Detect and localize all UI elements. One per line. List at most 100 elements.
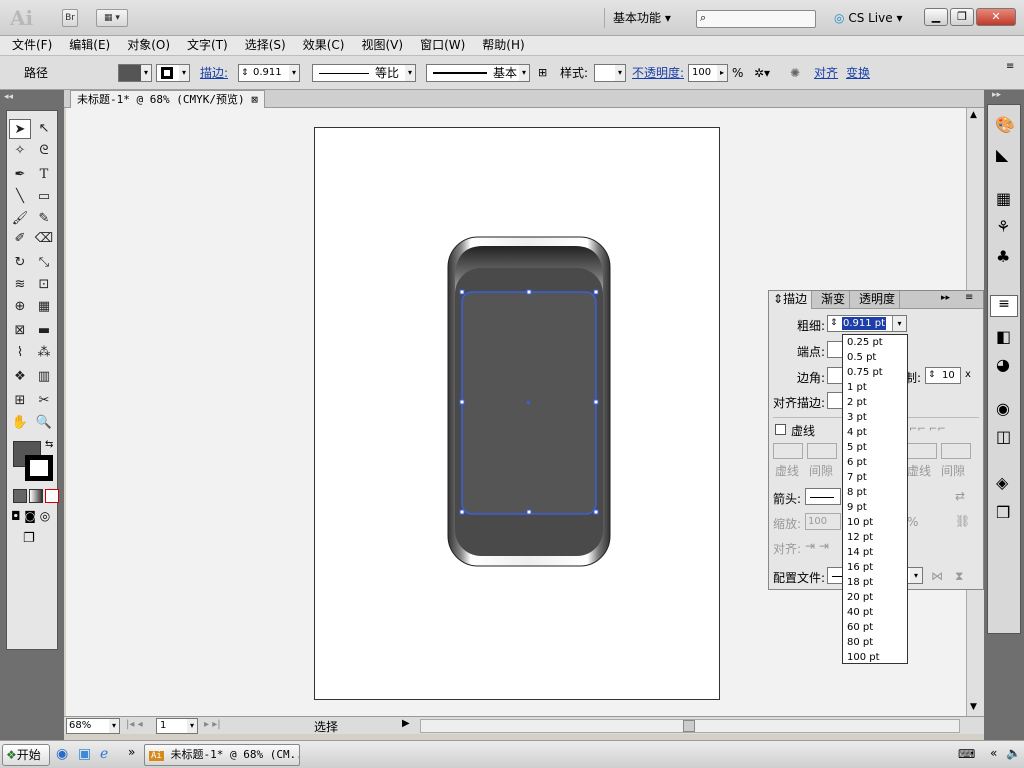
minimize-button[interactable]: ▁ xyxy=(924,8,948,26)
transparency-icon[interactable]: ◕ xyxy=(996,355,1010,374)
start-arrowhead-dropdown[interactable] xyxy=(805,488,841,505)
artboard-number-field[interactable]: 1 ▾ xyxy=(156,718,198,734)
opacity-panel-link[interactable]: 不透明度: xyxy=(632,64,684,82)
paintbrush-tool-icon[interactable]: 🖌 xyxy=(9,209,31,229)
weight-option[interactable]: 2 pt xyxy=(843,395,907,410)
panel-collapse-icon[interactable]: ▸▸ xyxy=(941,293,950,303)
first-artboard-icon[interactable]: |◂ ◂ xyxy=(126,719,143,730)
appearance-icon[interactable]: ◉ xyxy=(996,399,1010,418)
weight-option[interactable]: 1 pt xyxy=(843,380,907,395)
mesh-tool-icon[interactable]: ⊠ xyxy=(9,321,31,341)
color-mode-icon[interactable] xyxy=(13,489,27,503)
free-transform-tool-icon[interactable]: ⊡ xyxy=(33,275,55,295)
cs-live-menu[interactable]: ◎ CS Live ▾ xyxy=(834,8,914,28)
slice-tool-icon[interactable]: ✂ xyxy=(33,391,55,411)
pen-tool-icon[interactable]: ✒ xyxy=(9,165,31,185)
restore-button[interactable]: ❐ xyxy=(950,8,974,26)
weight-option[interactable]: 14 pt xyxy=(843,545,907,560)
transform-panel-link[interactable]: 变换 xyxy=(846,64,870,82)
weight-value[interactable]: 0.911 pt xyxy=(842,317,887,330)
weight-option[interactable]: 10 pt xyxy=(843,515,907,530)
symbols-icon[interactable]: ♣ xyxy=(996,247,1010,266)
recolor-artwork-icon[interactable]: ✲▾ xyxy=(754,64,770,82)
control-panel-menu-icon[interactable]: ≡ xyxy=(1006,58,1014,76)
weight-option[interactable]: 80 pt xyxy=(843,635,907,650)
eraser-tool-icon[interactable]: ⌫ xyxy=(33,229,55,249)
screen-mode-icon[interactable]: ❐ xyxy=(23,531,35,546)
menu-file[interactable]: 文件(F) xyxy=(12,36,52,55)
weight-option[interactable]: 16 pt xyxy=(843,560,907,575)
swap-arrowheads-icon[interactable]: ⇄ xyxy=(955,489,965,503)
keyboard-icon[interactable]: ⌨ xyxy=(958,747,975,761)
zoom-field[interactable]: 68% ▾ xyxy=(66,718,120,734)
eyedropper-tool-icon[interactable]: ⌇ xyxy=(9,343,31,363)
artboard-tool-icon[interactable]: ⊞ xyxy=(9,391,31,411)
weight-combobox[interactable]: ⇕ 0.911 pt ▾ xyxy=(827,315,907,332)
scroll-down-icon[interactable]: ▼ xyxy=(970,702,977,712)
variable-width-profile[interactable]: 等比 ▾ xyxy=(312,64,416,82)
gradient-mode-icon[interactable] xyxy=(29,489,43,503)
quick-launch-more-icon[interactable]: » xyxy=(128,745,135,759)
rotate-tool-icon[interactable]: ↻ xyxy=(9,253,31,273)
menu-view[interactable]: 视图(V) xyxy=(361,36,403,55)
status-menu-icon[interactable]: ▶ xyxy=(402,718,410,729)
collapse-tools-icon[interactable]: ◂◂ xyxy=(4,92,13,102)
weight-option[interactable]: 7 pt xyxy=(843,470,907,485)
weight-option[interactable]: 0.75 pt xyxy=(843,365,907,380)
close-button[interactable]: ✕ xyxy=(976,8,1016,26)
menu-object[interactable]: 对象(O) xyxy=(127,36,170,55)
artboards-icon[interactable]: ❒ xyxy=(996,503,1010,522)
expand-panels-icon[interactable]: ▸▸ xyxy=(992,90,1001,100)
document-tab[interactable]: 未标题-1* @ 68% (CMYK/预览) ⊠ xyxy=(70,90,265,108)
arrange-documents-button[interactable]: ▦ ▾ xyxy=(96,9,128,27)
menu-select[interactable]: 选择(S) xyxy=(245,36,286,55)
zoom-tool-icon[interactable]: 🔍 xyxy=(33,413,55,433)
stroke-weight-field[interactable]: ⇕ 0.911 ▾ xyxy=(238,64,300,82)
blend-tool-icon[interactable]: ⁂ xyxy=(33,343,55,363)
swatches-icon[interactable]: ▦ xyxy=(996,189,1011,208)
graphic-styles-icon[interactable]: ◫ xyxy=(996,427,1011,446)
menu-type[interactable]: 文字(T) xyxy=(187,36,228,55)
menu-help[interactable]: 帮助(H) xyxy=(482,36,524,55)
shape-builder-tool-icon[interactable]: ⊕ xyxy=(9,297,31,317)
explorer-icon[interactable]: ▣ xyxy=(78,746,91,762)
scroll-up-icon[interactable]: ▲ xyxy=(970,110,977,120)
menu-edit[interactable]: 编辑(E) xyxy=(69,36,110,55)
chrome-icon[interactable]: ◉ xyxy=(56,746,68,762)
menu-window[interactable]: 窗口(W) xyxy=(420,36,465,55)
drawing-modes-icon[interactable]: ◘ ◙ ◎ xyxy=(11,509,50,523)
weight-option[interactable]: 0.25 pt xyxy=(843,335,907,350)
graphic-style-dropdown[interactable]: ▾ xyxy=(594,64,626,82)
miter-limit-field[interactable]: ⇕ 10 xyxy=(925,367,961,384)
weight-option[interactable]: 60 pt xyxy=(843,620,907,635)
next-artboard-icon[interactable]: ▸ ▸| xyxy=(204,719,221,730)
layers-icon[interactable]: ◈ xyxy=(996,473,1008,492)
stroke-panel-icon[interactable]: ≡ xyxy=(990,295,1018,317)
align-panel-link[interactable]: 对齐 xyxy=(814,64,838,82)
gradient-tool-icon[interactable]: ▬ xyxy=(33,321,55,341)
dashed-line-checkbox[interactable] xyxy=(775,424,786,435)
type-tool-icon[interactable]: T xyxy=(33,165,55,185)
taskbar-task-illustrator[interactable]: Ai 未标题-1* @ 68% (CM... xyxy=(144,744,300,766)
color-panel-icon[interactable]: ◣ xyxy=(996,145,1008,164)
weight-option[interactable]: 18 pt xyxy=(843,575,907,590)
weight-option[interactable]: 8 pt xyxy=(843,485,907,500)
start-button[interactable]: ❖开始 xyxy=(2,744,50,766)
brushes-icon[interactable]: ⚘ xyxy=(996,217,1010,236)
menu-effect[interactable]: 效果(C) xyxy=(303,36,345,55)
weight-option[interactable]: 0.5 pt xyxy=(843,350,907,365)
brush-definition[interactable]: 基本 ▾ xyxy=(426,64,530,82)
bridge-button[interactable]: Br xyxy=(62,9,78,27)
weight-option[interactable]: 4 pt xyxy=(843,425,907,440)
stroke-swatch[interactable] xyxy=(25,455,53,481)
stroke-color-dropdown[interactable]: ▾ xyxy=(156,64,190,82)
close-document-icon[interactable]: ⊠ xyxy=(251,93,258,106)
symbol-sprayer-tool-icon[interactable]: ❖ xyxy=(9,367,31,387)
scale-tool-icon[interactable]: ⤡ xyxy=(33,253,55,273)
weight-option[interactable]: 5 pt xyxy=(843,440,907,455)
stroke-panel-link[interactable]: 描边: xyxy=(200,64,228,82)
flip-across-icon[interactable]: ⧗ xyxy=(955,569,963,584)
artboard[interactable] xyxy=(314,127,720,700)
weight-option[interactable]: 3 pt xyxy=(843,410,907,425)
pencil-tool-icon[interactable]: ✎ xyxy=(33,209,55,229)
